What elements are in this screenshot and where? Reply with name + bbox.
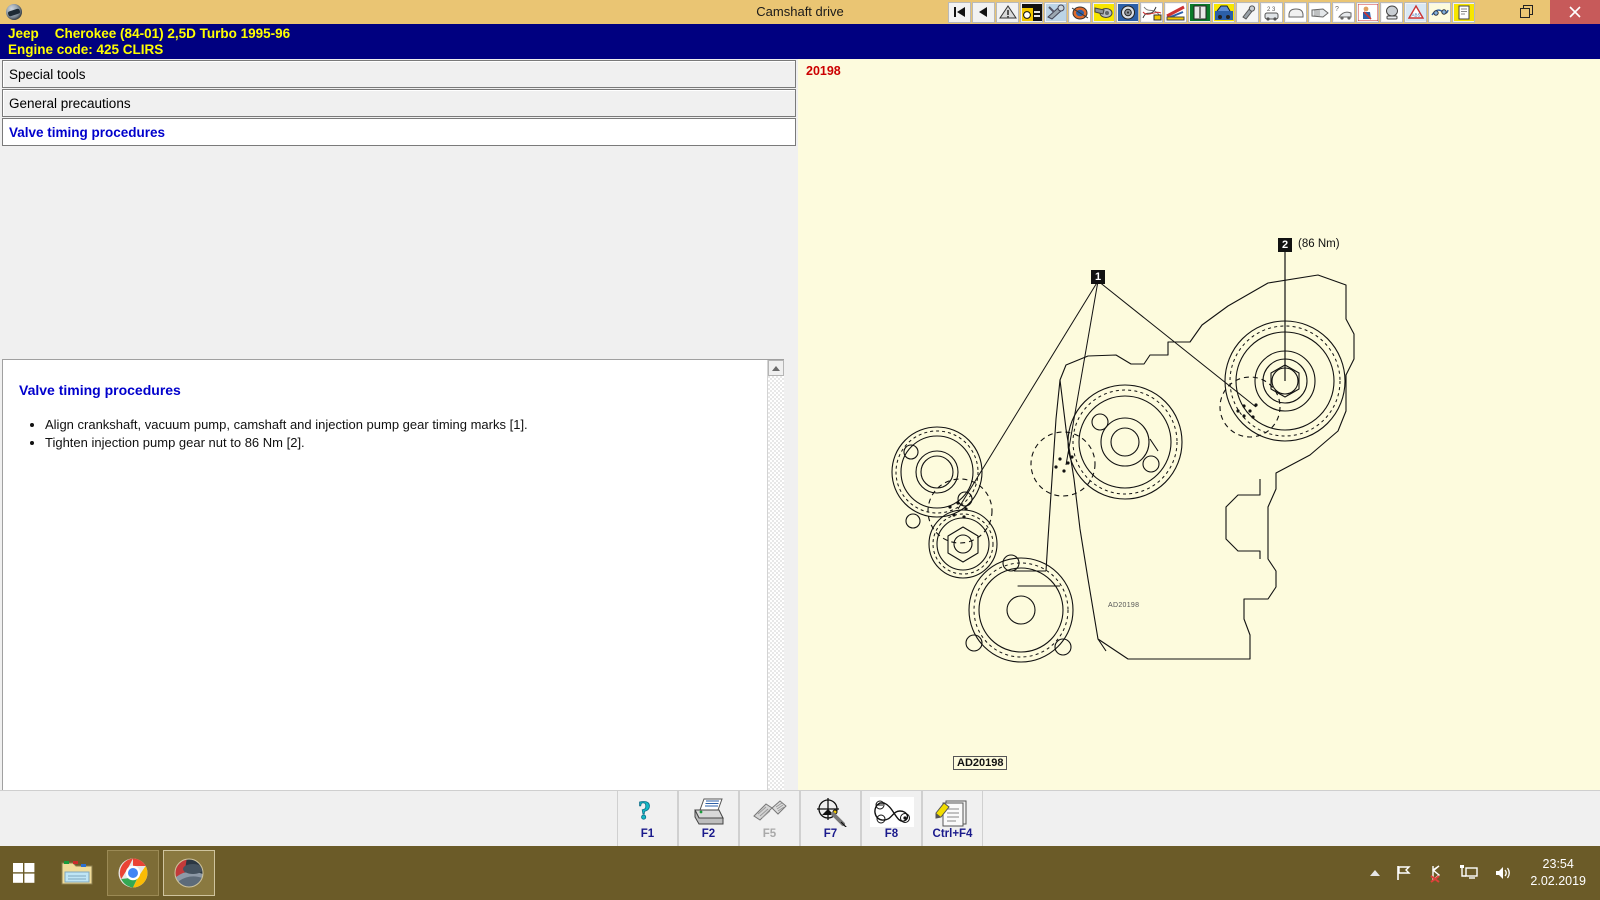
- open-book-icon: [752, 795, 788, 828]
- engine-code-value: 425 CLIRS: [97, 42, 164, 57]
- first-record-icon[interactable]: [948, 2, 971, 23]
- previous-record-icon[interactable]: [972, 2, 995, 23]
- taskbar-clock[interactable]: 23:54 2.02.2019: [1530, 856, 1586, 890]
- wiring-diagram-icon[interactable]: [1140, 2, 1163, 23]
- flag-action-center-icon[interactable]: [1395, 864, 1413, 882]
- sidebar-item-special-tools[interactable]: Special tools: [2, 60, 796, 88]
- vehicle-make: Jeep: [8, 26, 39, 41]
- vehicle-model: Cherokee (84-01) 2,5D Turbo 1995-96: [55, 26, 290, 41]
- function-button-label: Ctrl+F4: [933, 828, 973, 841]
- content-title: Valve timing procedures: [19, 382, 769, 398]
- seat-belt-icon[interactable]: [1356, 2, 1379, 23]
- engine-code-label: Engine code:: [8, 42, 93, 57]
- airbag-sensor-icon[interactable]: [1068, 2, 1091, 23]
- function-button-label: F2: [702, 828, 715, 841]
- diagram-panel: 20198: [798, 59, 1600, 790]
- content-panel: Valve timing procedures Align crankshaft…: [2, 359, 784, 847]
- warning-triangle-icon[interactable]: [996, 2, 1019, 23]
- sidebar-item-general-precautions[interactable]: General precautions: [2, 89, 796, 117]
- sidebar-item-label: General precautions: [9, 96, 131, 111]
- engine-service-icon[interactable]: [1212, 2, 1235, 23]
- callout-2-note: (86 Nm): [1298, 238, 1340, 250]
- exhaust-icon[interactable]: [1308, 2, 1331, 23]
- filter-icon[interactable]: [1284, 2, 1307, 23]
- window-controls: [1504, 0, 1600, 24]
- svg-text:2 3: 2 3: [1267, 7, 1276, 13]
- clock-date: 2.02.2019: [1530, 873, 1586, 890]
- callout-badge-1: 1: [1091, 270, 1105, 284]
- network-icon[interactable]: [1459, 864, 1479, 882]
- volume-icon[interactable]: [1493, 864, 1513, 882]
- function-button-f5[interactable]: F5: [739, 791, 800, 846]
- system-tray: 23:54 2.02.2019: [1362, 846, 1600, 900]
- function-button-f2[interactable]: F2: [678, 791, 739, 846]
- diagram-watermark: AD20198: [953, 756, 1007, 770]
- help-question-icon: ?: [635, 795, 661, 828]
- ac-system-icon[interactable]: [1428, 2, 1451, 23]
- svg-text:ABS: ABS: [1411, 12, 1420, 17]
- svg-text:?: ?: [638, 797, 651, 825]
- abs-warning-icon[interactable]: ABS: [1404, 2, 1427, 23]
- close-button[interactable]: [1550, 0, 1600, 24]
- function-button-ctrl-f4[interactable]: Ctrl+F4: [922, 791, 983, 846]
- function-button-f7[interactable]: F7: [800, 791, 861, 846]
- notes-edit-icon: [934, 795, 972, 828]
- brake-system-icon[interactable]: [1188, 2, 1211, 23]
- windows-start-icon[interactable]: [0, 846, 47, 900]
- taskbar-app-autodata[interactable]: [163, 850, 215, 896]
- function-button-label: F5: [763, 828, 776, 841]
- diagram-figure-code: AD20198: [1108, 602, 1139, 609]
- suspension-icon[interactable]: [1164, 2, 1187, 23]
- title-bar: Camshaft drive: [0, 0, 1600, 24]
- bluetooth-disabled-icon[interactable]: [1427, 863, 1445, 883]
- function-button-f1[interactable]: ? F1: [617, 791, 678, 846]
- function-button-f8[interactable]: F8: [861, 791, 922, 846]
- taskbar-app-file-explorer[interactable]: [51, 850, 103, 896]
- sidebar-item-label: Special tools: [9, 67, 86, 82]
- camshaft-drive-diagram: [798, 59, 1600, 790]
- dashboard-icon[interactable]: [1020, 2, 1043, 23]
- printer-icon: [692, 795, 726, 828]
- diagnostics-icon[interactable]: ?: [1332, 2, 1355, 23]
- spark-plug-icon[interactable]: [1236, 2, 1259, 23]
- scrollbar-track[interactable]: [768, 376, 784, 830]
- left-panel: Special tools General precautions Valve …: [0, 59, 798, 790]
- taskbar-app-chrome[interactable]: [107, 850, 159, 896]
- battery-charge-icon[interactable]: 2 3: [1260, 2, 1283, 23]
- scroll-up-icon[interactable]: [768, 360, 784, 376]
- main-toolbar: 2 3 ? ABS: [948, 1, 1476, 23]
- windows-taskbar: 23:54 2.02.2019: [0, 846, 1600, 900]
- callout-badge-2: 2: [1278, 238, 1292, 252]
- procedure-list: Align crankshaft, vacuum pump, camshaft …: [15, 416, 769, 451]
- show-hidden-icons-icon[interactable]: [1369, 868, 1381, 878]
- sidebar-item-valve-timing-procedures[interactable]: Valve timing procedures: [2, 118, 796, 146]
- vehicle-header: JeepCherokee (84-01) 2,5D Turbo 1995-96 …: [0, 24, 1600, 59]
- document-icon[interactable]: [1452, 2, 1475, 23]
- application-window: Camshaft drive: [0, 0, 1600, 900]
- timing-search-icon: [813, 795, 849, 828]
- wheel-tire-icon[interactable]: [1116, 2, 1139, 23]
- wrench-tools-icon[interactable]: [1044, 2, 1067, 23]
- function-button-label: F8: [885, 828, 898, 841]
- restore-button[interactable]: [1504, 0, 1550, 24]
- svg-text:?: ?: [1335, 6, 1339, 13]
- list-item: Tighten injection pump gear nut to 86 Nm…: [45, 434, 769, 451]
- list-item: Align crankshaft, vacuum pump, camshaft …: [45, 416, 769, 433]
- clock-time: 23:54: [1530, 856, 1586, 873]
- function-button-label: F1: [641, 828, 654, 841]
- drive-belt-icon: [870, 795, 914, 828]
- function-button-label: F7: [824, 828, 837, 841]
- content-scrollbar[interactable]: [767, 360, 783, 846]
- fuel-injection-icon[interactable]: [1092, 2, 1115, 23]
- headlamp-icon[interactable]: [1380, 2, 1403, 23]
- disc-icon: [3, 1, 25, 23]
- function-key-bar: ? F1 F2: [0, 790, 1600, 846]
- sidebar-item-label: Valve timing procedures: [9, 125, 165, 140]
- sidebar-empty-area: [0, 146, 798, 314]
